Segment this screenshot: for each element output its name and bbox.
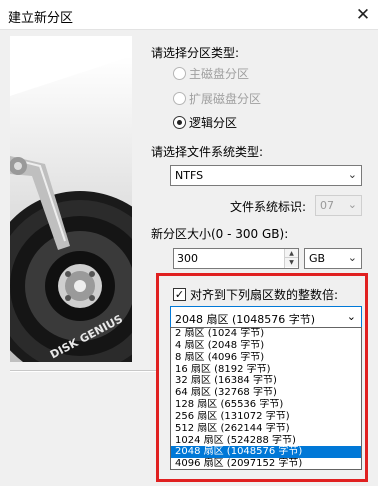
- dropdown-option[interactable]: 1024 扇区 (524288 字节): [171, 435, 361, 447]
- radio-indicator: [173, 91, 186, 105]
- radio-extended-partition[interactable]: 扩展磁盘分区: [173, 89, 261, 107]
- dropdown-option[interactable]: 128 扇区 (65536 字节): [171, 399, 361, 411]
- radio-extended-label: 扩展磁盘分区: [189, 91, 262, 106]
- size-unit-select[interactable]: GB ⌄: [304, 248, 362, 269]
- chevron-down-icon: ⌄: [346, 310, 356, 323]
- chevron-down-icon: ⌄: [347, 168, 357, 181]
- dropdown-option[interactable]: 64 扇区 (32768 字节): [171, 387, 361, 399]
- chevron-down-icon: ⌄: [347, 198, 357, 211]
- checkmark-icon: ✓: [173, 287, 186, 301]
- size-label: 新分区大小(0 - 300 GB):: [151, 227, 289, 241]
- filesystem-value: NTFS: [175, 169, 204, 182]
- filesystem-select[interactable]: NTFS ⌄: [170, 165, 362, 186]
- radio-logical-label: 逻辑分区: [189, 115, 238, 130]
- dropdown-option-selected[interactable]: 2048 扇区 (1048576 字节): [171, 446, 361, 459]
- size-stepper[interactable]: 300 ▲ ▼: [173, 248, 299, 269]
- disk-artwork: DISK GENIUS: [10, 36, 132, 362]
- align-checkbox[interactable]: ✓ 对齐到下列扇区数的整数倍:: [173, 286, 338, 302]
- dropdown-option[interactable]: 32 扇区 (16384 字节): [171, 375, 361, 387]
- dropdown-option[interactable]: 16 扇区 (8192 字节): [171, 364, 361, 376]
- dialog-body: DISK GENIUS 请选择分区类型: 主磁盘分区 扩展磁盘分区 逻辑分区 请…: [0, 30, 378, 486]
- partition-type-label: 请选择分区类型:: [151, 46, 240, 60]
- alignment-value: 2048 扇区 (1048576 字节): [175, 313, 316, 326]
- size-value: 300: [177, 252, 198, 265]
- stepper-up-icon[interactable]: ▲: [285, 249, 298, 258]
- title-bar: 建立新分区 ✕: [0, 0, 378, 30]
- size-unit-value: GB: [309, 252, 326, 265]
- filesystem-id-value: 07: [320, 199, 334, 212]
- dropdown-option[interactable]: 2 扇区 (1024 字节): [171, 328, 361, 340]
- filesystem-id-label: 文件系统标识:: [230, 200, 307, 214]
- radio-indicator: [173, 115, 186, 129]
- radio-indicator: [173, 66, 186, 80]
- stepper-down-icon[interactable]: ▼: [285, 258, 298, 267]
- filesystem-label: 请选择文件系统类型:: [151, 145, 264, 159]
- window-title: 建立新分区: [8, 11, 74, 26]
- dropdown-option[interactable]: 8 扇区 (4096 字节): [171, 352, 361, 364]
- radio-primary-label: 主磁盘分区: [189, 66, 250, 81]
- radio-primary-partition[interactable]: 主磁盘分区: [173, 64, 249, 82]
- dropdown-option[interactable]: 512 扇区 (262144 字节): [171, 423, 361, 435]
- dropdown-option[interactable]: 4096 扇区 (2097152 字节): [171, 458, 361, 470]
- alignment-select[interactable]: 2048 扇区 (1048576 字节) ⌄: [170, 306, 362, 328]
- alignment-dropdown-list: 2 扇区 (1024 字节) 4 扇区 (2048 字节) 8 扇区 (4096…: [170, 327, 362, 470]
- radio-logical-partition[interactable]: 逻辑分区: [173, 113, 237, 131]
- dropdown-option[interactable]: 4 扇区 (2048 字节): [171, 340, 361, 352]
- dropdown-option[interactable]: 256 扇区 (131072 字节): [171, 411, 361, 423]
- filesystem-id-select[interactable]: 07 ⌄: [315, 195, 362, 216]
- divider: [10, 371, 156, 372]
- chevron-down-icon: ⌄: [347, 251, 357, 264]
- stepper-buttons: ▲ ▼: [284, 249, 298, 268]
- align-checkbox-label: 对齐到下列扇区数的整数倍:: [190, 287, 339, 302]
- close-icon[interactable]: ✕: [348, 0, 378, 30]
